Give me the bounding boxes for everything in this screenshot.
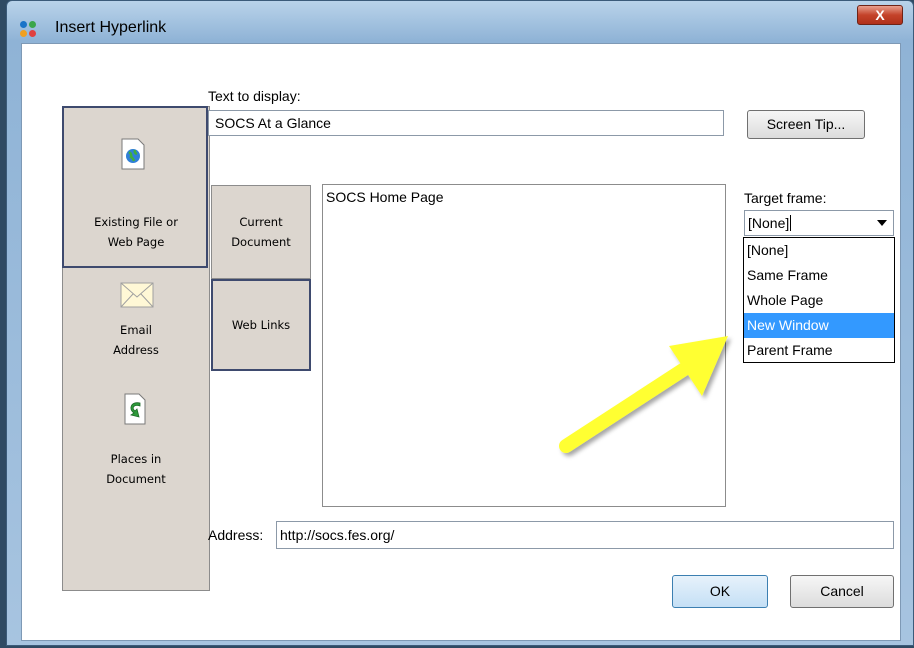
option-same-frame[interactable]: Same Frame <box>744 263 894 288</box>
option-whole-page[interactable]: Whole Page <box>744 288 894 313</box>
nav-existing-file-label: Existing File or Web Page <box>94 215 178 249</box>
address-label: Address: <box>208 527 264 543</box>
annotation-arrow-icon <box>559 336 728 453</box>
window-title: Insert Hyperlink <box>55 19 167 36</box>
hyperlink-app-icon <box>20 21 36 37</box>
link-type-nav: Existing File or Web Page Email Address <box>62 106 210 591</box>
nav-email-address[interactable]: Email Address <box>63 272 209 372</box>
globe-document-icon <box>121 138 145 170</box>
nav-existing-file[interactable]: Existing File or Web Page <box>62 106 208 268</box>
tab-web-links[interactable]: Web Links <box>211 279 311 371</box>
address-input[interactable]: http://socs.fes.org/ <box>276 521 894 549</box>
close-button[interactable]: X <box>857 5 903 25</box>
option-parent-frame[interactable]: Parent Frame <box>744 338 894 363</box>
title-bar[interactable]: Insert Hyperlink X <box>7 1 913 43</box>
target-frame-select[interactable]: [None] <box>744 210 894 236</box>
chevron-down-icon <box>877 220 887 226</box>
target-frame-value: [None] <box>748 215 790 231</box>
cancel-button[interactable]: Cancel <box>790 575 894 608</box>
option-new-window[interactable]: New Window <box>744 313 894 338</box>
list-item[interactable]: SOCS Home Page <box>326 189 444 205</box>
nav-places-label: Places in Document <box>106 452 166 486</box>
dialog-body: Existing File or Web Page Email Address <box>21 43 901 641</box>
screen-tip-button[interactable]: Screen Tip... <box>747 110 865 139</box>
dialog-window: Insert Hyperlink X Existing File or Web … <box>6 0 914 646</box>
tab-current-document[interactable]: Current Document <box>211 185 311 279</box>
ok-button[interactable]: OK <box>672 575 768 608</box>
envelope-icon <box>120 282 154 308</box>
text-to-display-input[interactable]: SOCS At a Glance <box>208 110 724 136</box>
nav-places-in-document[interactable]: Places in Document <box>63 387 209 507</box>
target-frame-label: Target frame: <box>744 190 827 206</box>
document-arrow-icon <box>124 393 146 425</box>
text-to-display-label: Text to display: <box>208 88 301 104</box>
target-frame-dropdown: [None] Same Frame Whole Page New Window … <box>743 237 895 363</box>
option-none[interactable]: [None] <box>744 238 894 263</box>
nav-email-label: Email Address <box>113 323 159 357</box>
